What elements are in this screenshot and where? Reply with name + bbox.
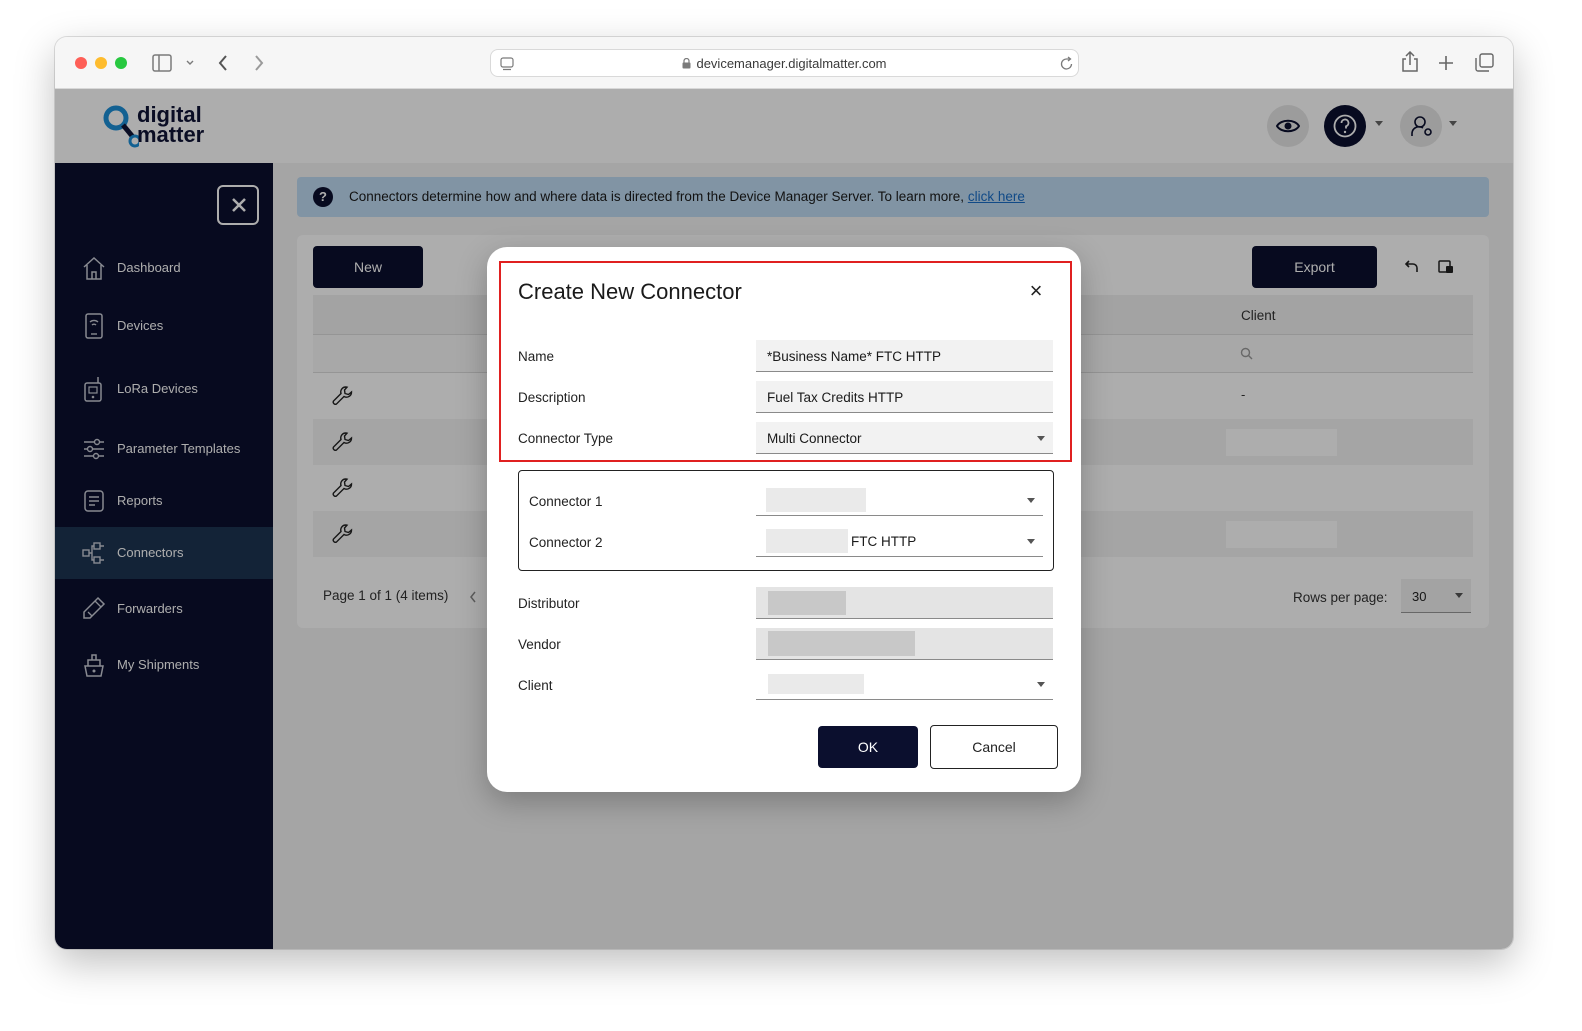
reload-icon[interactable]	[1060, 56, 1074, 71]
distributor-label: Distributor	[518, 596, 580, 611]
dialog-close-button[interactable]: ×	[1025, 280, 1047, 303]
browser-toolbar: devicemanager.digitalmatter.com	[55, 37, 1513, 89]
chevron-down-icon	[1027, 539, 1035, 544]
redacted-value	[768, 591, 846, 615]
url-value: devicemanager.digitalmatter.com	[696, 56, 887, 71]
sub-connectors-group: Connector 1 Connector 2 FTC HTTP	[518, 470, 1054, 571]
redacted-value	[768, 674, 864, 694]
minimize-window-button[interactable]	[95, 57, 107, 69]
chevron-down-icon	[1037, 682, 1045, 687]
url-text: devicemanager.digitalmatter.com	[491, 56, 1078, 71]
new-tab-icon[interactable]	[1438, 55, 1454, 71]
lock-icon	[682, 57, 691, 69]
redacted-value	[766, 488, 866, 512]
vendor-label: Vendor	[518, 637, 561, 652]
distributor-field	[756, 587, 1053, 619]
ok-button[interactable]: OK	[818, 726, 918, 768]
close-window-button[interactable]	[75, 57, 87, 69]
chevron-down-icon[interactable]	[186, 60, 194, 66]
connector2-value: FTC HTTP	[851, 534, 917, 549]
chevron-down-icon	[1037, 436, 1045, 441]
connector2-label: Connector 2	[529, 535, 603, 550]
name-label: Name	[518, 349, 555, 364]
connector-type-select[interactable]: Multi Connector	[756, 422, 1053, 454]
vendor-field	[756, 628, 1053, 660]
dialog-title: Create New Connector	[518, 279, 742, 304]
connector2-select[interactable]: FTC HTTP	[756, 525, 1043, 557]
create-connector-dialog: Create New Connector × Name *Business Na…	[487, 247, 1081, 792]
client-label: Client	[518, 678, 553, 693]
back-icon[interactable]	[218, 54, 228, 72]
redacted-value	[766, 529, 848, 553]
redacted-value	[768, 631, 915, 656]
connector-type-value: Multi Connector	[767, 431, 862, 446]
sidebar-toggle-icon[interactable]	[152, 54, 172, 72]
connector1-label: Connector 1	[529, 494, 603, 509]
name-value: *Business Name* FTC HTTP	[767, 349, 942, 364]
cancel-button[interactable]: Cancel	[930, 725, 1058, 769]
name-field[interactable]: *Business Name* FTC HTTP	[756, 340, 1053, 372]
description-label: Description	[518, 390, 586, 405]
zoom-window-button[interactable]	[115, 57, 127, 69]
connector-type-label: Connector Type	[518, 431, 614, 446]
address-bar[interactable]: devicemanager.digitalmatter.com	[490, 49, 1079, 77]
tab-overview-icon[interactable]	[1475, 53, 1494, 72]
description-field[interactable]: Fuel Tax Credits HTTP	[756, 381, 1053, 413]
connector1-select[interactable]	[756, 484, 1043, 516]
chevron-down-icon	[1027, 498, 1035, 503]
client-select[interactable]	[756, 668, 1053, 700]
forward-icon[interactable]	[254, 54, 264, 72]
share-icon[interactable]	[1401, 51, 1419, 73]
browser-window: devicemanager.digitalmatter.com digital m…	[55, 37, 1513, 949]
description-value: Fuel Tax Credits HTTP	[767, 390, 904, 405]
